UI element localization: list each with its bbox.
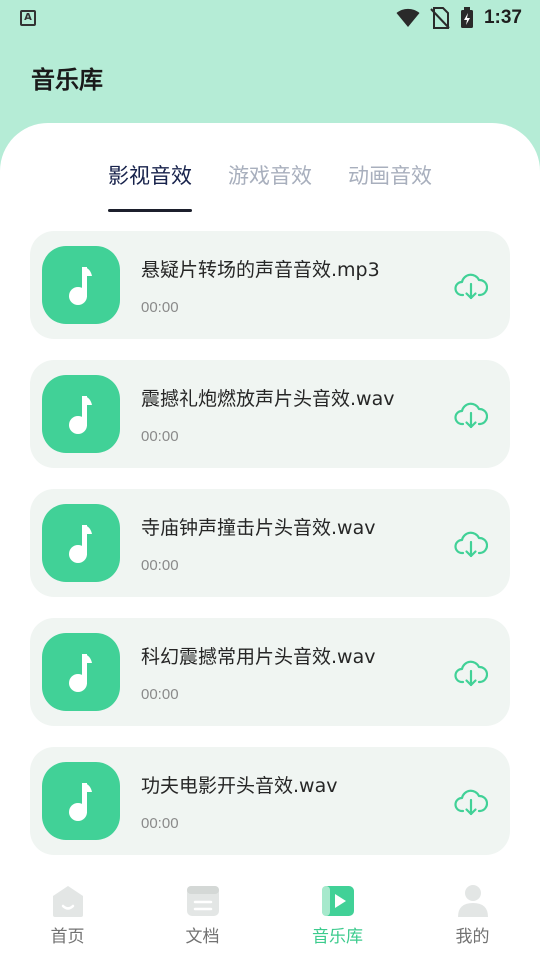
- wifi-icon: [396, 8, 420, 27]
- nav-label: 我的: [455, 927, 490, 947]
- nav-label: 首页: [50, 927, 85, 947]
- track-thumbnail: [42, 762, 120, 840]
- status-time: 1:37: [483, 7, 522, 28]
- cloud-download-icon: [454, 273, 488, 300]
- track-title: 功夫电影开头音效.wav: [141, 775, 338, 797]
- track-list: 悬疑片转场的声音音效.mp3 00:00 震撼礼炮燃放声片头音效.wav 00:…: [30, 231, 510, 876]
- music-note-icon: [69, 783, 92, 821]
- track-duration: 00:00: [141, 428, 179, 445]
- download-button[interactable]: [454, 269, 488, 303]
- track-thumbnail: [42, 246, 120, 324]
- track-item[interactable]: 功夫电影开头音效.wav 00:00: [30, 747, 510, 855]
- track-item[interactable]: 寺庙钟声撞击片头音效.wav 00:00: [30, 489, 510, 597]
- play-icon: [321, 886, 354, 916]
- cloud-download-icon: [454, 402, 488, 429]
- music-note-icon: [69, 654, 92, 692]
- tab-film-sound-effects[interactable]: 影视音效: [108, 160, 192, 212]
- nav-music-library[interactable]: 音乐库: [270, 872, 405, 960]
- tab-game-sound-effects[interactable]: 游戏音效: [228, 160, 312, 212]
- track-duration: 00:00: [141, 686, 179, 703]
- tab-animation-sound-effects[interactable]: 动画音效: [348, 160, 432, 212]
- track-thumbnail: [42, 633, 120, 711]
- cloud-download-icon: [454, 789, 488, 816]
- download-button[interactable]: [454, 398, 488, 432]
- nav-profile[interactable]: 我的: [405, 872, 540, 960]
- profile-icon: [457, 885, 488, 917]
- category-tabs: 影视音效 游戏音效 动画音效: [108, 160, 432, 212]
- nav-home[interactable]: 首页: [0, 872, 135, 960]
- track-thumbnail: [42, 504, 120, 582]
- track-title: 寺庙钟声撞击片头音效.wav: [141, 517, 376, 539]
- nav-label: 文档: [185, 927, 220, 947]
- cloud-download-icon: [454, 531, 488, 558]
- track-title: 震撼礼炮燃放声片头音效.wav: [141, 388, 395, 410]
- download-button[interactable]: [454, 656, 488, 690]
- track-thumbnail: [42, 375, 120, 453]
- nav-documents[interactable]: 文档: [135, 872, 270, 960]
- status-bar: A 1:37: [0, 0, 540, 36]
- track-item[interactable]: 科幻震撼常用片头音效.wav 00:00: [30, 618, 510, 726]
- track-title: 科幻震撼常用片头音效.wav: [141, 646, 376, 668]
- track-item[interactable]: 悬疑片转场的声音音效.mp3 00:00: [30, 231, 510, 339]
- home-icon: [52, 886, 83, 917]
- download-button[interactable]: [454, 527, 488, 561]
- battery-charging-icon: [460, 7, 473, 28]
- track-title: 悬疑片转场的声音音效.mp3: [141, 259, 380, 281]
- track-item[interactable]: 震撼礼炮燃放声片头音效.wav 00:00: [30, 360, 510, 468]
- track-duration: 00:00: [141, 299, 179, 316]
- cloud-download-icon: [454, 660, 488, 687]
- download-button[interactable]: [454, 785, 488, 819]
- music-note-icon: [69, 525, 92, 563]
- music-note-icon: [69, 396, 92, 434]
- music-note-icon: [69, 267, 92, 305]
- page-title: 音乐库: [31, 66, 103, 94]
- track-duration: 00:00: [141, 557, 179, 574]
- track-duration: 00:00: [141, 815, 179, 832]
- app-notification-icon: A: [20, 10, 36, 26]
- nav-label: 音乐库: [312, 927, 363, 947]
- bottom-navigation: 首页 文档 音乐库 我的: [0, 872, 540, 960]
- document-icon: [186, 886, 219, 916]
- no-sim-icon: [430, 7, 450, 29]
